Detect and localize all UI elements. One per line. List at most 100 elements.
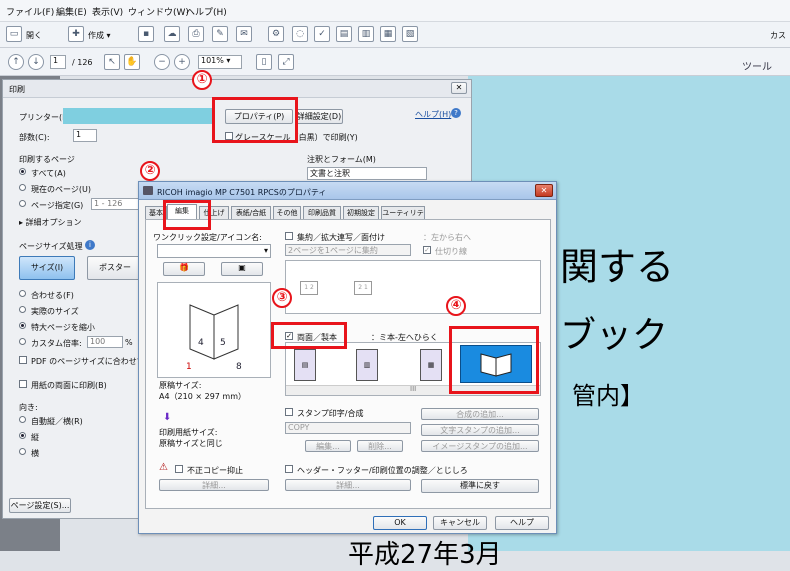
duplex-short-edge-icon[interactable]: ▥ (356, 349, 378, 381)
zoom-select[interactable]: 101% ▾ (198, 55, 242, 69)
doc-line-1: 関する (560, 245, 675, 289)
create-label[interactable]: 作成 ▾ (88, 30, 111, 41)
help-icon[interactable]: ? (451, 108, 461, 118)
combine-select[interactable]: 2ページを1ページに集約 (285, 244, 411, 256)
ok-button[interactable]: OK (373, 516, 427, 530)
sticky-note-icon[interactable]: ✓ (314, 26, 330, 42)
edit-stamp-button[interactable]: 編集... (305, 440, 351, 452)
help-button[interactable]: ヘルプ (495, 516, 549, 530)
page-number-input[interactable]: 1 (50, 55, 66, 69)
tab-cover[interactable]: 表紙/合紙 (231, 206, 271, 219)
layout-2up-reverse-icon[interactable]: 2 1 (354, 281, 372, 295)
save-icon[interactable]: ▪ (138, 26, 154, 42)
radio-auto[interactable] (19, 416, 26, 423)
pdf-size-checkbox[interactable] (19, 356, 27, 364)
open-label[interactable]: 開く (26, 30, 42, 41)
page-down-icon[interactable]: ↓ (28, 54, 44, 70)
tools-button[interactable]: ツール (742, 58, 772, 73)
zoom-in-icon[interactable]: + (174, 54, 190, 70)
radio-current-label: 現在のページ(U) (31, 185, 91, 194)
gear-icon[interactable]: ⚙ (268, 26, 284, 42)
close-icon[interactable]: ✕ (451, 82, 467, 94)
share-icon[interactable]: ▦ (380, 26, 396, 42)
cloud-upload-icon[interactable]: ☁ (164, 26, 180, 42)
menu-file[interactable]: ファイル(F) (6, 5, 54, 18)
edit-icon[interactable]: ✎ (212, 26, 228, 42)
copies-input[interactable]: 1 (73, 129, 97, 142)
header-footer-checkbox[interactable] (285, 465, 293, 473)
text-stamp-button[interactable]: 文字スタンプの追加... (421, 424, 539, 436)
create-icon[interactable]: ✚ (68, 26, 84, 42)
combine-checkbox[interactable] (285, 232, 293, 240)
page-setup-button[interactable]: ページ設定(S)... (9, 498, 71, 513)
size-button[interactable]: サイズ(I) (19, 256, 75, 280)
advanced-button[interactable]: 詳細設定(D) (295, 109, 343, 124)
stamp-select[interactable]: COPY (285, 422, 411, 434)
duplex-long-edge-icon[interactable]: ▤ (294, 349, 316, 381)
zoom-out-icon[interactable]: − (154, 54, 170, 70)
mail-icon[interactable]: ✉ (236, 26, 252, 42)
restore-defaults-button[interactable]: 標準に戻す (421, 479, 539, 493)
fullscreen-icon[interactable]: ⤢ (278, 54, 294, 70)
select-tool-icon[interactable]: ↖ (104, 54, 120, 70)
cancel-button[interactable]: キャンセル (433, 516, 487, 530)
combine-layout-pane: 1 2 2 1 (285, 260, 541, 314)
paper-size-value: A4（210 × 297 mm） (159, 392, 247, 401)
radio-custom[interactable] (19, 338, 26, 345)
range-input[interactable]: 1 - 126 (91, 198, 141, 210)
annotation-box-2 (163, 200, 211, 230)
sign-icon[interactable]: ▧ (402, 26, 418, 42)
print-icon[interactable]: ⎙ (188, 26, 204, 42)
header-footer-detail-button[interactable]: 詳細... (285, 479, 411, 491)
tab-other[interactable]: その他 (273, 206, 301, 219)
close-icon[interactable]: ✕ (535, 184, 553, 197)
menu-help[interactable]: ヘルプ(H) (186, 5, 227, 18)
add-combine-button[interactable]: 合成の追加... (421, 408, 539, 420)
poster-button[interactable]: ポスター (87, 256, 143, 280)
radio-landscape-label: 横 (31, 449, 39, 458)
hand-tool-icon[interactable]: ✋ (124, 54, 140, 70)
duplex-top-icon[interactable]: ▦ (420, 349, 442, 381)
help-link[interactable]: ヘルプ(H) (415, 109, 451, 120)
stamp-checkbox[interactable] (285, 408, 293, 416)
anti-copy-checkbox[interactable] (175, 465, 183, 473)
open-icon[interactable]: ▭ (6, 26, 22, 42)
tab-utility[interactable]: ユーティリティー (381, 206, 425, 229)
gift-icon[interactable]: 🎁 (163, 262, 205, 276)
annotation-number-1: ① (192, 70, 212, 90)
custom-scale-input[interactable]: 100 (87, 336, 123, 348)
fit-page-icon[interactable]: ▯ (256, 54, 272, 70)
menu-view[interactable]: 表示(V) (92, 5, 123, 18)
radio-fit[interactable] (19, 290, 26, 297)
radio-shrink[interactable] (19, 322, 26, 329)
menu-edit[interactable]: 編集(E) (56, 5, 87, 18)
delete-stamp-button[interactable]: 削除... (357, 440, 403, 452)
printer-select[interactable] (63, 108, 215, 124)
export-icon[interactable]: ▥ (358, 26, 374, 42)
comments-select[interactable]: 文書と注釈 (307, 167, 427, 180)
preview-pane: 4 5 1 8 (157, 282, 271, 378)
radio-landscape[interactable] (19, 448, 26, 455)
comment-icon[interactable]: ◌ (292, 26, 308, 42)
radio-shrink-label: 特大ページを縮小 (31, 323, 95, 332)
menu-window[interactable]: ウィンドウ(W) (128, 5, 189, 18)
info-icon[interactable]: i (85, 240, 95, 250)
tab-quality[interactable]: 印刷品質 (303, 206, 341, 219)
anti-copy-detail-button[interactable]: 詳細... (159, 479, 269, 491)
radio-current[interactable] (19, 184, 26, 191)
layout-2up-icon[interactable]: 1 2 (300, 281, 318, 295)
duplex-checkbox[interactable] (19, 380, 27, 388)
radio-actual[interactable] (19, 306, 26, 313)
tab-defaults[interactable]: 初期設定 (343, 206, 379, 219)
save-icon[interactable]: ▣ (221, 262, 263, 276)
radio-all[interactable] (19, 168, 26, 175)
document-icon[interactable]: ▤ (336, 26, 352, 42)
radio-portrait[interactable] (19, 432, 26, 439)
border-checkbox[interactable]: ✓ (423, 246, 431, 254)
page-up-icon[interactable]: ↑ (8, 54, 24, 70)
oneclick-select[interactable]: ▾ (157, 244, 271, 258)
image-stamp-button[interactable]: イメージスタンプの追加... (421, 440, 539, 452)
radio-range[interactable] (19, 200, 26, 207)
more-options-toggle[interactable]: ▸ 詳細オプション (19, 217, 82, 228)
doc-line-4: 平成27年3月 (348, 540, 502, 570)
